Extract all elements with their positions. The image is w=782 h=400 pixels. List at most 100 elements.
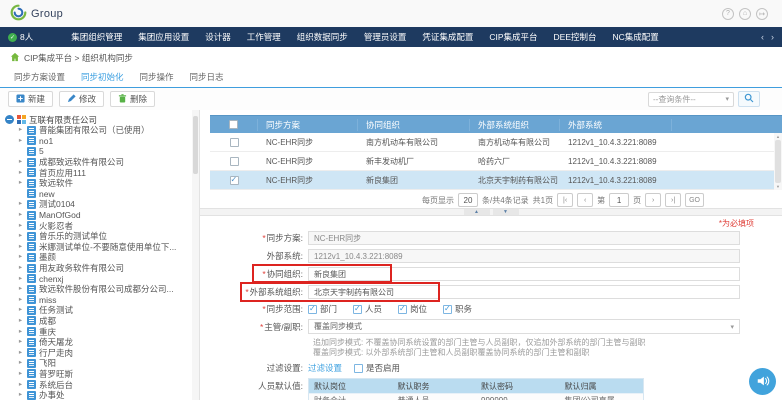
table-scrollbar-thumb[interactable] — [775, 140, 781, 183]
tree-expand-icon[interactable]: ▸ — [17, 295, 24, 305]
prev-page-button[interactable]: ‹ — [577, 193, 593, 207]
collapse-down-icon[interactable]: ▼ — [493, 209, 519, 215]
logout-icon[interactable]: ↦ — [756, 8, 768, 20]
table-scrollbar[interactable]: ▲ ▼ — [774, 133, 782, 190]
scope-option-人员[interactable]: 人员 — [353, 303, 382, 315]
tree-node[interactable]: ▸墨颜 — [5, 252, 191, 263]
tree-expand-icon[interactable]: ▸ — [17, 337, 24, 347]
last-page-button[interactable]: ›| — [665, 193, 681, 207]
tree-expand-icon[interactable]: ▸ — [17, 327, 24, 337]
tree-expand-icon[interactable]: ▸ — [17, 125, 24, 135]
tree-expand-icon[interactable]: ▸ — [17, 168, 24, 178]
external-org-field[interactable]: 北京天宇制药有限公司 — [308, 285, 740, 299]
tree-node[interactable]: ▸飞阳 — [5, 358, 191, 369]
defaults-value-row[interactable]: 财务会计 普通人员 999999 集团/公司直属 — [309, 393, 643, 400]
nav-prev-icon[interactable]: ‹ — [761, 32, 764, 42]
tree-node[interactable]: ▸系统后台 — [5, 379, 191, 390]
tree-node[interactable]: ▸倚天屠龙 — [5, 337, 191, 348]
nav-item-DEE控制台[interactable]: DEE控制台 — [546, 27, 605, 47]
sync-plan-field[interactable]: NC-EHR同步 — [308, 231, 740, 245]
tree-expand-icon[interactable]: ▸ — [17, 242, 24, 252]
table-row[interactable]: NC-EHR同步新丰发动机厂哈药六厂1212v1_10.4.3.221:8089 — [210, 152, 782, 171]
manager-mode-select[interactable]: 覆盖同步模式 ▾ — [308, 319, 740, 334]
search-button[interactable] — [738, 91, 760, 107]
nav-item-组织数据同步[interactable]: 组织数据同步 — [289, 27, 356, 47]
tab-同步方案设置[interactable]: 同步方案设置 — [6, 71, 73, 87]
nav-item-集团应用设置[interactable]: 集团应用设置 — [130, 27, 197, 47]
tree-expand-icon[interactable]: ▸ — [17, 252, 24, 262]
tree-scrollbar[interactable] — [192, 110, 199, 400]
tree-node[interactable]: ▸晋能集团有限公司（已使用） — [5, 125, 191, 136]
online-users[interactable]: ✓ 8人 — [8, 31, 33, 43]
column-header[interactable]: 外部系统组织 — [470, 119, 560, 131]
tree-expand-icon[interactable]: ▸ — [17, 369, 24, 379]
tree-expand-icon[interactable]: ▸ — [17, 316, 24, 326]
nav-item-CIP集成平台[interactable]: CIP集成平台 — [481, 27, 545, 47]
tree-node[interactable]: ▸致远软件 — [5, 178, 191, 189]
tree-node[interactable]: ▸普罗旺斯 — [5, 369, 191, 380]
nav-item-NC集成配置[interactable]: NC集成配置 — [605, 27, 667, 47]
nav-item-工作管理[interactable]: 工作管理 — [239, 27, 289, 47]
external-system-field[interactable]: 1212v1_10.4.3.221:8089 — [308, 249, 740, 263]
nav-next-icon[interactable]: › — [771, 32, 774, 42]
tree-node[interactable]: ▸miss — [5, 295, 191, 306]
voice-assistant-button[interactable] — [749, 368, 776, 395]
tree-expand-icon[interactable]: ▸ — [17, 157, 24, 167]
nav-item-设计器[interactable]: 设计器 — [197, 27, 239, 47]
scope-checkbox[interactable] — [398, 305, 407, 314]
nav-item-管理员设置[interactable]: 管理员设置 — [356, 27, 415, 47]
tab-同步操作[interactable]: 同步操作 — [132, 71, 182, 87]
first-page-button[interactable]: |‹ — [557, 193, 573, 207]
tree-expand-icon[interactable]: ▸ — [17, 210, 24, 220]
go-button[interactable]: GO — [685, 193, 704, 207]
tree-expand-icon[interactable]: ▸ — [17, 305, 24, 315]
tree-node[interactable]: ▸米娜测试单位-不要随意使用单位下... — [5, 242, 191, 253]
scope-checkbox[interactable] — [443, 305, 452, 314]
column-header[interactable]: 外部系统 — [560, 119, 672, 131]
tree-expand-icon[interactable]: ▸ — [17, 284, 24, 294]
tree-node[interactable]: ▸测试0104 — [5, 199, 191, 210]
tree-expand-icon[interactable]: ▸ — [17, 390, 24, 400]
tree-node[interactable]: new — [5, 189, 191, 200]
tree-expand-icon[interactable]: ▸ — [17, 136, 24, 146]
edit-button[interactable]: 修改 — [59, 91, 104, 107]
delete-button[interactable]: 删除 — [110, 91, 155, 107]
scope-option-职务[interactable]: 职务 — [443, 303, 472, 315]
tree-node[interactable]: ▸致远软件股份有限公司成都分公司... — [5, 284, 191, 295]
new-button[interactable]: 新建 — [8, 91, 53, 107]
collapse-up-icon[interactable]: ▲ — [464, 209, 490, 215]
scroll-up-icon[interactable]: ▲ — [776, 134, 780, 139]
tree-node[interactable]: ▸成都致远软件有限公司 — [5, 157, 191, 168]
tree-node[interactable]: ▸办事处 — [5, 390, 191, 400]
tree-expand-icon[interactable]: ▸ — [17, 231, 24, 241]
panel-splitter[interactable]: ▲ ▼ — [200, 208, 782, 216]
tree-node[interactable]: ▸用友政务软件有限公司 — [5, 263, 191, 274]
page-input[interactable]: 1 — [609, 193, 629, 207]
row-checkbox[interactable] — [230, 157, 239, 166]
filter-enable-option[interactable]: 是否启用 — [354, 362, 400, 374]
select-all-checkbox[interactable] — [229, 120, 238, 129]
table-row[interactable]: NC-EHR同步新良集团北京天宇制药有限公司1212v1_10.4.3.221:… — [210, 171, 782, 190]
row-checkbox[interactable] — [230, 138, 239, 147]
collapse-icon[interactable] — [5, 115, 14, 124]
tree-node[interactable]: ▸chenxj — [5, 273, 191, 284]
scroll-down-icon[interactable]: ▼ — [776, 184, 780, 189]
tree-node[interactable]: ▸任务测试 — [5, 305, 191, 316]
tree-node[interactable]: ▸重庆 — [5, 326, 191, 337]
column-header[interactable]: 同步方案 — [258, 119, 358, 131]
scope-option-岗位[interactable]: 岗位 — [398, 303, 427, 315]
nav-item-集团组织管理[interactable]: 集团组织管理 — [63, 27, 130, 47]
tree-expand-icon[interactable]: ▸ — [17, 263, 24, 273]
tree-node[interactable]: ▸ManOfGod — [5, 210, 191, 221]
tree-node[interactable]: ▸曾乐乐的测试单位 — [5, 231, 191, 242]
tree-expand-icon[interactable]: ▸ — [17, 221, 24, 231]
tab-同步日志[interactable]: 同步日志 — [182, 71, 232, 87]
scope-option-部门[interactable]: 部门 — [308, 303, 337, 315]
tree-expand-icon[interactable]: ▸ — [17, 380, 24, 390]
tree-node[interactable]: ▸火影忍者 — [5, 220, 191, 231]
tree-node[interactable]: ▸成都 — [5, 316, 191, 327]
tree-expand-icon[interactable]: ▸ — [17, 178, 24, 188]
breadcrumb-home-icon[interactable] — [10, 52, 20, 64]
help-icon[interactable]: ? — [722, 8, 734, 20]
tree-node[interactable]: 5 — [5, 146, 191, 157]
